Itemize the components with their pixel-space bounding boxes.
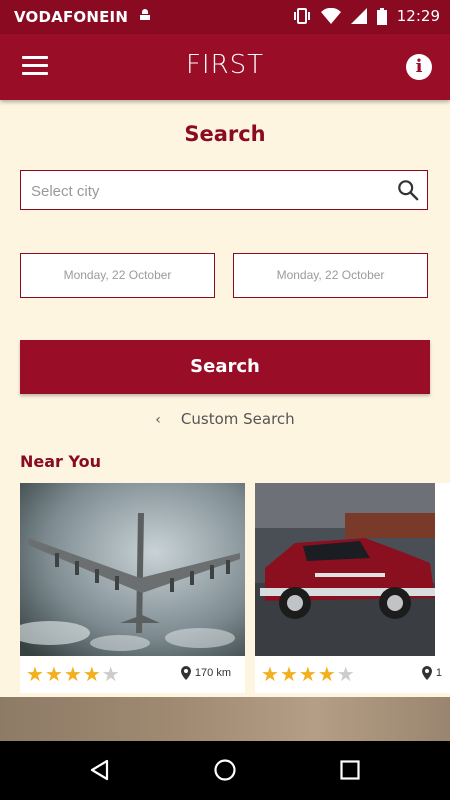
distance: 170 km [180, 666, 231, 680]
card-meta: ★★★★★ 1 [261, 662, 442, 686]
android-icon [139, 9, 150, 20]
card-image-vintage-car [255, 483, 435, 656]
city-field[interactable] [20, 170, 428, 210]
clock: 12:29 [396, 7, 440, 25]
card-meta: ★★★★★ 170 km [26, 662, 239, 686]
star-icon: ★ [317, 662, 337, 686]
star-empty-icon: ★ [336, 662, 356, 686]
chevron-left-icon: ‹ [155, 412, 161, 428]
distance: 1 [421, 666, 442, 680]
custom-search-label: Custom Search [180, 410, 295, 428]
home-icon[interactable] [213, 758, 237, 782]
star-icon: ★ [298, 662, 318, 686]
rating-stars: ★★★★★ [26, 662, 121, 686]
city-input[interactable] [29, 179, 393, 203]
status-bar: VODAFONEIN 12:29 [0, 0, 450, 34]
listing-card[interactable]: ★★★★★ 170 km [20, 483, 245, 693]
location-pin-icon [180, 666, 191, 680]
location-pin-icon [421, 666, 432, 680]
near-you-heading: Near You [20, 452, 101, 471]
star-icon: ★ [63, 662, 83, 686]
star-icon: ★ [82, 662, 102, 686]
app-title: FIRST [185, 50, 265, 80]
checkout-date-field[interactable]: Monday, 22 October [233, 253, 428, 298]
star-icon: ★ [26, 662, 45, 686]
status-icons: 12:29 [293, 7, 440, 25]
signal-icon [350, 8, 367, 24]
star-icon: ★ [44, 662, 64, 686]
featured-banner-image[interactable] [0, 697, 450, 741]
wifi-icon [320, 8, 341, 24]
star-icon: ★ [261, 662, 280, 686]
custom-search-link[interactable]: ‹ Custom Search [0, 410, 450, 428]
vibrate-icon [293, 8, 310, 24]
checkin-date-field[interactable]: Monday, 22 October [20, 253, 215, 298]
battery-icon [376, 7, 387, 25]
listing-card[interactable]: ★★★★★ 1 [255, 483, 450, 693]
star-icon: ★ [279, 662, 299, 686]
system-nav-bar [0, 741, 450, 800]
page-title: Search [184, 122, 266, 146]
search-button[interactable]: Search [20, 340, 430, 394]
back-icon[interactable] [88, 758, 112, 782]
app-bar: FIRST i [0, 34, 450, 100]
rating-stars: ★★★★★ [261, 662, 356, 686]
search-icon[interactable] [397, 179, 419, 201]
carrier-label: VODAFONEIN [14, 8, 152, 26]
star-empty-icon: ★ [101, 662, 121, 686]
info-icon[interactable]: i [406, 54, 432, 80]
recents-icon[interactable] [338, 758, 362, 782]
card-image-airplane [20, 483, 245, 656]
